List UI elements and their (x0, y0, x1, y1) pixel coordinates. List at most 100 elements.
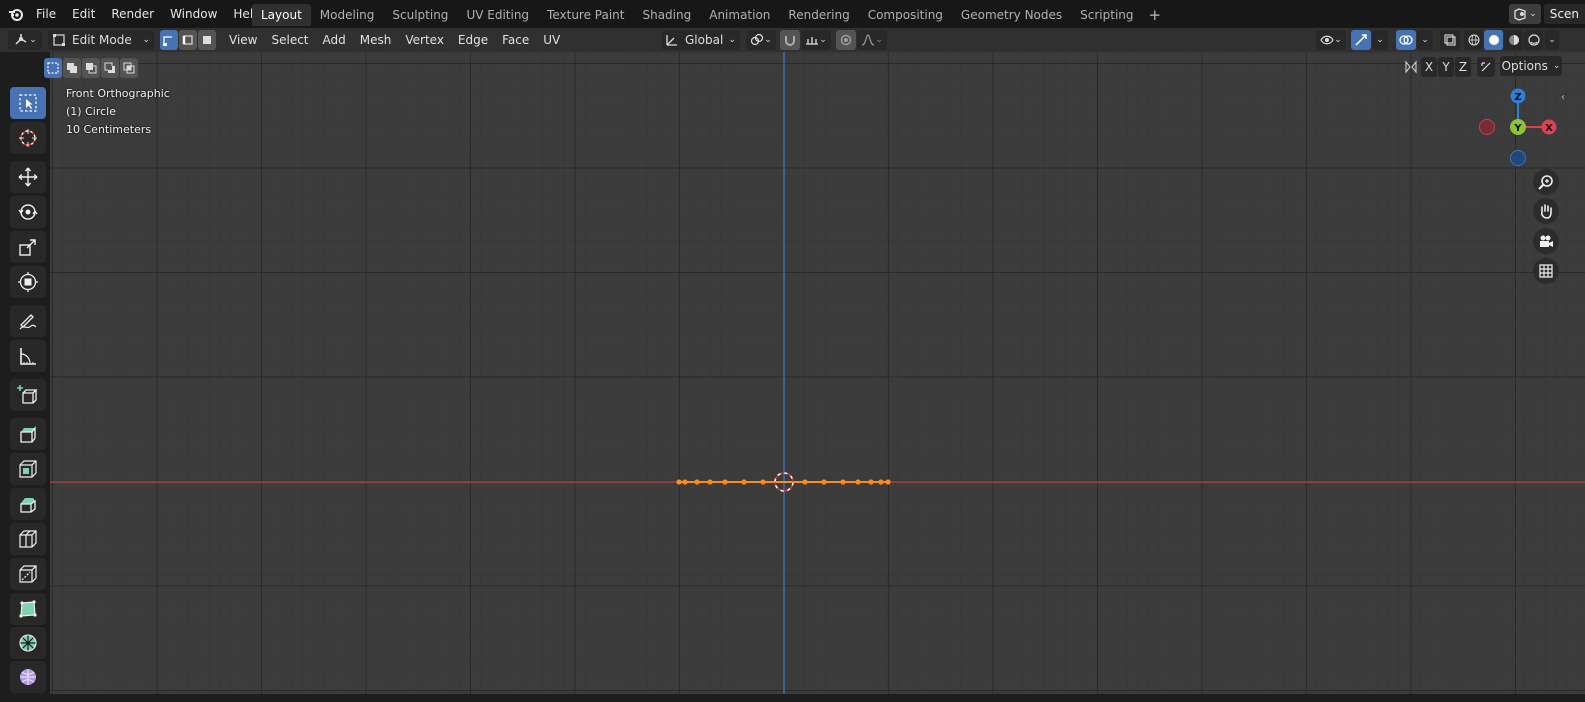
overlays-toggle[interactable] (1396, 30, 1416, 50)
xray-toggle[interactable] (1440, 30, 1460, 50)
tab-sculpting[interactable]: Sculpting (383, 4, 457, 26)
menu-mesh[interactable]: Mesh (353, 28, 399, 52)
shading-options-dropdown[interactable]: ⌄ (1545, 30, 1559, 50)
main-menu: File Edit Render Window Help (28, 0, 269, 28)
tab-shading[interactable]: Shading (633, 4, 700, 26)
select-mode-subtract-button[interactable] (82, 58, 100, 78)
zoom-button[interactable] (1533, 169, 1559, 195)
poly-build-tool[interactable] (10, 593, 46, 625)
transform-tool[interactable] (10, 266, 46, 298)
menu-window[interactable]: Window (162, 0, 225, 28)
mode-selector[interactable]: Edit Mode ⌄ (48, 30, 154, 50)
shading-material-button[interactable] (1504, 30, 1523, 50)
zoom-icon (1538, 175, 1553, 190)
rotate-tool[interactable] (10, 196, 46, 228)
tab-modeling[interactable]: Modeling (311, 4, 384, 26)
select-box-tool[interactable] (10, 87, 46, 119)
tab-animation[interactable]: Animation (700, 4, 779, 26)
smooth-tool[interactable] (10, 661, 46, 693)
tab-texture-paint[interactable]: Texture Paint (538, 4, 633, 26)
menu-face[interactable]: Face (495, 28, 536, 52)
menu-vertex[interactable]: Vertex (398, 28, 451, 52)
auto-merge-toggle[interactable] (1477, 57, 1495, 77)
menu-file[interactable]: File (28, 0, 64, 28)
editor-type-button[interactable]: ⌄ (8, 30, 42, 50)
tab-layout[interactable]: Layout (252, 4, 311, 26)
face-select-button[interactable] (198, 30, 216, 50)
move-tool[interactable] (10, 161, 46, 193)
view3d-icon (15, 34, 27, 45)
chevron-down-icon: ⌄ (819, 35, 827, 45)
menu-uv[interactable]: UV (536, 28, 567, 52)
menu-add[interactable]: Add (316, 28, 353, 52)
cursor-tool[interactable] (10, 122, 46, 154)
shading-solid-button[interactable] (1484, 30, 1503, 50)
blender-logo-icon[interactable] (8, 6, 24, 22)
snap-toggle[interactable] (780, 30, 800, 50)
annotate-tool[interactable] (10, 305, 46, 337)
proportional-falloff-selector[interactable]: ⌄ (857, 30, 887, 50)
pivot-point-selector[interactable]: ⌄ (746, 30, 776, 50)
menu-view[interactable]: View (222, 28, 264, 52)
menu-render[interactable]: Render (103, 0, 162, 28)
grid-icon (1539, 264, 1553, 278)
edge-select-icon (182, 35, 193, 45)
mirror-z-toggle[interactable]: Z (1455, 57, 1471, 77)
transform-orientation-selector[interactable]: Global ⌄ (662, 30, 740, 50)
scene-icon (1514, 8, 1526, 21)
edge-select-button[interactable] (179, 30, 197, 50)
inset-tool[interactable] (10, 453, 46, 485)
ortho-toggle-button[interactable] (1533, 258, 1559, 284)
tab-scripting[interactable]: Scripting (1071, 4, 1142, 26)
options-dropdown[interactable]: Options ⌄ (1500, 56, 1562, 76)
knife-tool[interactable] (10, 558, 46, 590)
menu-edge[interactable]: Edge (451, 28, 495, 52)
camera-view-button[interactable] (1533, 228, 1559, 254)
move-icon (18, 167, 38, 187)
3d-viewport[interactable] (50, 52, 1585, 694)
spin-tool[interactable] (10, 627, 46, 659)
mirror-options-button[interactable] (1402, 57, 1420, 77)
pan-button[interactable] (1533, 198, 1559, 224)
bevel-tool[interactable] (10, 488, 46, 520)
mirror-y-toggle[interactable]: Y (1438, 57, 1454, 77)
extrude-icon (20, 426, 36, 443)
tab-geometry-nodes[interactable]: Geometry Nodes (952, 4, 1071, 26)
overlays-options-dropdown[interactable]: ⌄ (1417, 30, 1433, 50)
vertex-select-icon (163, 36, 172, 46)
select-mode-new-button[interactable] (44, 58, 62, 78)
vertex-select-button[interactable] (160, 30, 178, 50)
loop-cut-tool[interactable] (10, 523, 46, 555)
add-workspace-button[interactable]: + (1143, 4, 1168, 26)
snap-target-selector[interactable]: ⌄ (801, 30, 831, 50)
select-mode-extend-button[interactable] (63, 58, 81, 78)
mirror-x-toggle[interactable]: X (1421, 57, 1437, 77)
scale-tool[interactable] (10, 231, 46, 263)
gizmo-toggle[interactable] (1351, 30, 1371, 50)
scene-browse-button[interactable]: ⌄ (1509, 4, 1541, 24)
chevron-down-icon: ⌄ (1529, 9, 1537, 19)
visibility-selector[interactable]: ⌄ (1316, 30, 1346, 50)
tab-uv-editing[interactable]: UV Editing (457, 4, 538, 26)
cursor-icon (19, 129, 37, 147)
orientation-global-icon (666, 35, 677, 46)
select-mode-intersect-button[interactable] (120, 58, 138, 78)
scene-name-field[interactable]: Scen (1543, 4, 1585, 24)
add-cube-tool[interactable] (10, 379, 46, 411)
gizmo-z-label: Z (1514, 92, 1521, 103)
measure-tool[interactable] (10, 340, 46, 372)
shading-wireframe-button[interactable] (1464, 30, 1483, 50)
menu-edit[interactable]: Edit (64, 0, 103, 28)
sidebar-toggle-icon[interactable]: ‹ (1561, 92, 1569, 106)
tab-compositing[interactable]: Compositing (859, 4, 952, 26)
menu-select[interactable]: Select (264, 28, 315, 52)
gizmo-options-dropdown[interactable]: ⌄ (1372, 30, 1388, 50)
spin-icon (19, 634, 37, 652)
proportional-editing-toggle[interactable] (836, 30, 856, 50)
navigation-gizmo[interactable]: Z X Y (1476, 86, 1562, 168)
tab-rendering[interactable]: Rendering (779, 4, 858, 26)
extrude-tool[interactable] (10, 418, 46, 450)
merge-icon (1481, 62, 1491, 72)
select-mode-invert-button[interactable] (101, 58, 119, 78)
shading-rendered-button[interactable] (1524, 30, 1543, 50)
